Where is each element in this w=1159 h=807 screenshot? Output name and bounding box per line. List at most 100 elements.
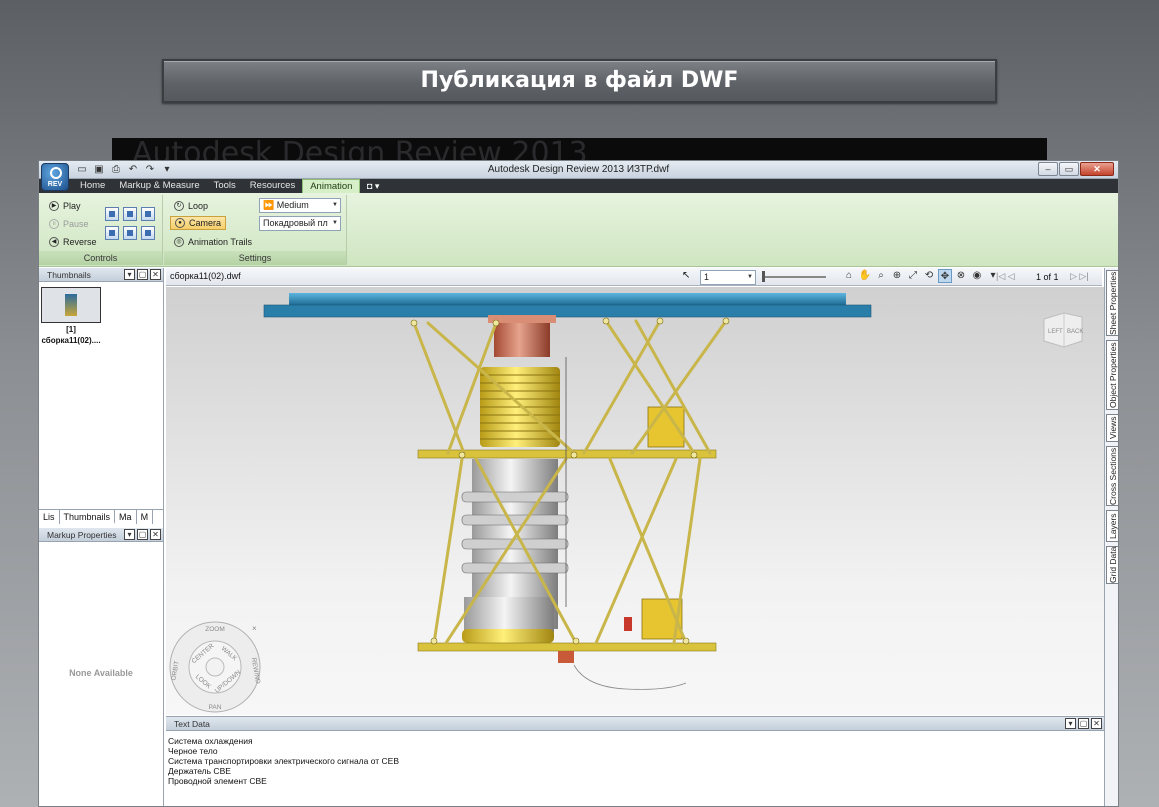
workspace-switch-icon[interactable]: ◘ ▾ <box>367 179 379 193</box>
ribbon-animation: ▶ Play ॥ Pause ◀ Reverse Controls ↻ Loop ● Ca… <box>39 193 1118 267</box>
maximize-button[interactable]: ▭ <box>1059 162 1079 176</box>
text-data-header: Text Data ▾ ▢ ✕ <box>166 717 1104 731</box>
animation-slider[interactable] <box>762 271 826 282</box>
speed-select[interactable]: ⏩ Medium <box>259 198 341 213</box>
red-element <box>624 617 632 631</box>
tab-grid-data[interactable]: Grid Data <box>1106 546 1118 584</box>
wheel-pan[interactable]: PAN <box>209 704 222 711</box>
tab-animation[interactable]: Animation <box>302 179 361 193</box>
steering-wheel[interactable]: ZOOM ORBIT CENTER WALK REWIND LOOK UP/DO… <box>166 619 264 715</box>
settings-group-label: Settings <box>164 251 346 265</box>
thumbnail-name: сборка11(02).... <box>41 336 101 345</box>
trails-icon: ◎ <box>174 237 184 247</box>
banner-text: Autodesk Design Review 2013 <box>132 138 588 162</box>
reverse-label: Reverse <box>63 237 97 247</box>
text-data-line: Система охлаждения <box>168 736 253 746</box>
markup-float-icon[interactable]: ▢ <box>137 529 148 540</box>
tab-markups[interactable]: Ma <box>115 510 137 524</box>
tab-cross-sections[interactable]: Cross Sections <box>1106 446 1118 506</box>
text-data-lines: Система охлаждения Черное тело Система т… <box>168 736 399 786</box>
next-page-arrows-icon[interactable]: ▷ ▷| <box>1070 271 1089 282</box>
tab-tools[interactable]: Tools <box>207 179 243 193</box>
viewcube-left-face[interactable]: LEFT <box>1048 329 1063 335</box>
none-available-text: None Available <box>69 668 133 678</box>
text-data-title: Text Data <box>174 719 210 729</box>
ribbon-tabs: Home Markup & Measure Tools Resources An… <box>39 179 1118 193</box>
left-panel: Thumbnails ▾ ▢ ✕ [1] сборка11(02).... Lis … <box>39 268 164 806</box>
window-controls: – ▭ ✕ <box>1038 162 1114 176</box>
wheel-zoom[interactable]: ZOOM <box>205 626 225 633</box>
zoom-icon[interactable]: ⌕ <box>874 269 888 283</box>
playback-mode-select[interactable]: Покадровый пл <box>259 216 341 231</box>
play-button[interactable]: ▶ Play <box>49 199 81 213</box>
playback-mode-value: Покадровый пл <box>263 218 328 228</box>
model-drawing <box>263 293 872 690</box>
tab-thumbnails[interactable]: Thumbnails <box>59 510 116 524</box>
tab-sheet-properties[interactable]: Sheet Properties <box>1106 270 1118 336</box>
tab-views[interactable]: Views <box>1106 414 1118 442</box>
camera-label: Camera <box>189 218 222 228</box>
pause-button[interactable]: ॥ Pause <box>49 217 89 231</box>
home-icon[interactable]: ⌂ <box>842 269 856 283</box>
lower-cylinder <box>464 597 554 633</box>
textdata-close-icon[interactable]: ✕ <box>1091 718 1102 729</box>
textdata-pin-icon[interactable]: ▾ <box>1065 718 1076 729</box>
markup-close-icon[interactable]: ✕ <box>150 529 161 540</box>
next-frame-icon[interactable] <box>141 207 155 221</box>
close-button[interactable]: ✕ <box>1080 162 1114 176</box>
tab-resources[interactable]: Resources <box>243 179 302 193</box>
tab-layers[interactable]: Layers <box>1106 510 1118 542</box>
first-frame-icon[interactable] <box>105 207 119 221</box>
select-cursor-icon[interactable]: ↖ <box>682 270 690 281</box>
tab-home[interactable]: Home <box>73 179 112 193</box>
application-menu-button[interactable]: REV <box>41 163 69 191</box>
last-frame-icon[interactable] <box>141 226 155 240</box>
tab-list[interactable]: Lis <box>39 510 60 524</box>
wheel-close-icon[interactable]: × <box>252 624 257 633</box>
zoom-window-icon[interactable]: ⊕ <box>890 269 904 283</box>
model-viewport[interactable]: LEFT BACK ZOOM ORBIT CENTER WALK REWIND … <box>166 287 1104 715</box>
camera-icon: ● <box>175 218 185 228</box>
orbit-icon[interactable]: ⟲ <box>922 269 936 283</box>
prev-page-arrows-icon[interactable]: |◁ ◁ <box>996 271 1015 282</box>
markup-properties-header: Markup Properties ▾ ▢ ✕ <box>39 528 163 542</box>
sheet-thumbnail[interactable]: [1] сборка11(02).... <box>41 287 101 347</box>
panel-float-icon[interactable]: ▢ <box>137 269 148 280</box>
panel-close-icon[interactable]: ✕ <box>150 269 161 280</box>
bottom-connector <box>558 651 574 663</box>
step-frame-icon[interactable] <box>123 226 137 240</box>
walk-icon[interactable]: ⊗ <box>954 269 968 283</box>
canvas-toolbar: сборка11(02).dwf ↖ 1 ⌂ ✋ ⌕ ⊕ ⤢ ⟲ ✥ ⊗ ◉ ▾… <box>166 268 1102 286</box>
left-panel-tabs: Lis Thumbnails Ma M <box>39 509 163 524</box>
thumbnail-image <box>41 287 101 323</box>
panel-pin-icon[interactable]: ▾ <box>124 269 135 280</box>
design-review-window: ▭ ▣ ⎙ ↶ ↷ ▾ Autodesk Design Review 2013 … <box>38 160 1119 807</box>
support-struts <box>412 319 728 645</box>
pause-label: Pause <box>63 219 89 229</box>
markup-pin-icon[interactable]: ▾ <box>124 529 135 540</box>
tab-markup-measure[interactable]: Markup & Measure <box>112 179 206 193</box>
rewind-frame-icon[interactable] <box>105 226 119 240</box>
page-select[interactable]: 1 <box>700 270 756 285</box>
fit-icon[interactable]: ⤢ <box>906 269 920 283</box>
camera-button[interactable]: ● Camera <box>170 216 227 230</box>
viewcube[interactable]: LEFT BACK <box>1038 307 1088 351</box>
minimize-button[interactable]: – <box>1038 162 1058 176</box>
previous-frame-icon[interactable] <box>123 207 137 221</box>
reverse-button[interactable]: ◀ Reverse <box>49 235 97 249</box>
tab-m[interactable]: M <box>137 510 154 524</box>
bottom-plate <box>417 642 717 652</box>
steering-wheel-icon[interactable]: ◉ <box>970 269 984 283</box>
turntable-icon[interactable]: ✥ <box>938 269 952 283</box>
tab-object-properties[interactable]: Object Properties <box>1106 340 1118 410</box>
viewcube-back-face[interactable]: BACK <box>1067 329 1083 335</box>
animation-trails-button[interactable]: ◎ Animation Trails <box>174 235 252 249</box>
loop-button[interactable]: ↻ Loop <box>174 199 208 213</box>
title-bar: ▭ ▣ ⎙ ↶ ↷ ▾ Autodesk Design Review 2013 … <box>39 161 1118 179</box>
page-count: 1 of 1 <box>1036 272 1059 282</box>
right-panel-tabs: Sheet Properties Object Properties Views… <box>1104 268 1118 806</box>
pan-icon[interactable]: ✋ <box>858 269 872 283</box>
app-logo-icon <box>50 167 62 179</box>
top-plate-rim <box>263 304 872 318</box>
textdata-float-icon[interactable]: ▢ <box>1078 718 1089 729</box>
